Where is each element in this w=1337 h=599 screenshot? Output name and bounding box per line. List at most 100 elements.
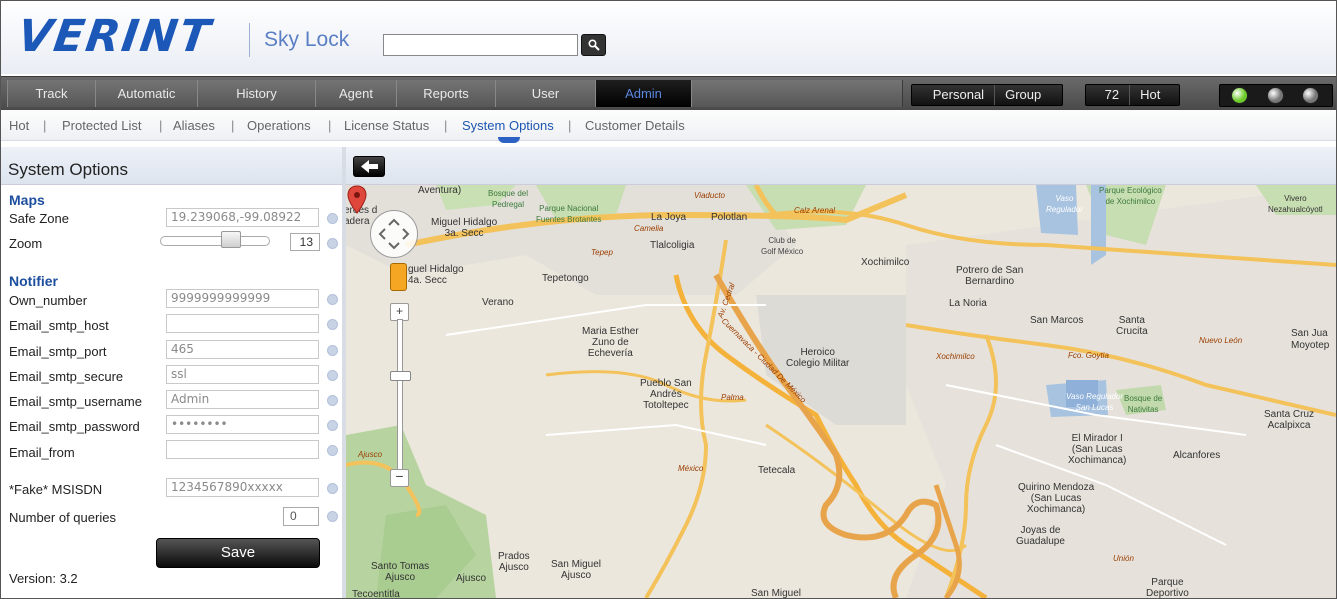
- map-pan-control[interactable]: [370, 210, 418, 258]
- tab-reports[interactable]: Reports: [396, 80, 496, 107]
- subnav-system-options[interactable]: System Options: [462, 118, 554, 133]
- map-label: Tepep: [591, 248, 613, 257]
- help-icon[interactable]: [327, 238, 338, 249]
- help-icon[interactable]: [327, 370, 338, 381]
- map-label: Verano: [482, 297, 514, 308]
- system-options-panel: System Options Maps Safe Zone 19.239068,…: [1, 147, 342, 598]
- map-label: Alcanfores: [1173, 450, 1221, 461]
- email-smtp-password-label: Email_smtp_password: [9, 419, 140, 434]
- search-input[interactable]: [383, 34, 578, 56]
- map-label: Bosque de Nativitas: [1124, 394, 1163, 414]
- search-button[interactable]: [581, 34, 606, 56]
- map-label: Tetecala: [758, 465, 796, 476]
- verint-logo: VERINT: [14, 11, 215, 62]
- help-icon[interactable]: [327, 345, 338, 356]
- map-zoom-slider[interactable]: [397, 319, 403, 473]
- tab-track[interactable]: Track: [7, 80, 96, 107]
- tab-user[interactable]: User: [495, 80, 596, 107]
- map-label: Vaso Regulador San Lucas: [1066, 392, 1124, 412]
- fake-msisdn-input[interactable]: 1234567890xxxxx: [166, 478, 319, 497]
- tab-admin[interactable]: Admin: [595, 80, 692, 107]
- email-from-label: Email_from: [9, 445, 75, 460]
- map-label: México: [678, 464, 704, 473]
- email-smtp-port-label: Email_smtp_port: [9, 344, 107, 359]
- notifier-section-title: Notifier: [9, 273, 58, 289]
- arrow-left-icon: [361, 160, 378, 173]
- email-smtp-password-input[interactable]: ••••••••: [166, 415, 319, 434]
- map-label: Fco. Goytia: [1068, 351, 1109, 360]
- help-icon[interactable]: [327, 395, 338, 406]
- personal-button[interactable]: Personal: [923, 85, 994, 105]
- help-icon[interactable]: [327, 294, 338, 305]
- zoom-slider-handle[interactable]: [221, 231, 241, 248]
- number-of-queries-input[interactable]: 0: [283, 507, 319, 526]
- map-label: Club de Golf México: [761, 236, 804, 256]
- app-window: VERINT Sky Lock Track Automatic History …: [0, 0, 1337, 599]
- subnav-customer-details[interactable]: Customer Details: [585, 118, 685, 133]
- panel-header: System Options: [1, 147, 342, 185]
- map-label: Viaducto: [694, 191, 725, 200]
- personal-group-switch: Personal Group: [911, 84, 1063, 106]
- group-button[interactable]: Group: [995, 85, 1051, 105]
- subnav-aliases[interactable]: Aliases: [173, 118, 215, 133]
- map-label: Parque Nacional Fuentes Brotantes: [536, 204, 602, 224]
- search-icon: [588, 39, 600, 51]
- tab-filler: [691, 80, 903, 107]
- subnav-protected-list[interactable]: Protected List: [62, 118, 142, 133]
- help-icon[interactable]: [327, 445, 338, 456]
- tab-automatic[interactable]: Automatic: [95, 80, 198, 107]
- maps-section-title: Maps: [9, 192, 45, 208]
- hot-counter[interactable]: 72 Hot: [1085, 84, 1180, 106]
- fake-msisdn-label: *Fake* MSISDN: [9, 482, 103, 497]
- help-icon[interactable]: [327, 319, 338, 330]
- active-subnav-indicator: [498, 137, 520, 143]
- safe-zone-input[interactable]: 19.239068,-99.08922: [166, 208, 319, 227]
- own-number-input[interactable]: 9999999999999: [166, 289, 319, 308]
- help-icon[interactable]: [327, 420, 338, 431]
- subnav-operations[interactable]: Operations: [247, 118, 311, 133]
- map-label: La Joya: [651, 212, 687, 223]
- map-label: Potrero de San Bernardino: [956, 265, 1024, 287]
- map-label: Aventura): [418, 185, 462, 196]
- zoom-value-input[interactable]: 13: [290, 233, 320, 251]
- help-icon[interactable]: [327, 483, 338, 494]
- email-smtp-username-label: Email_smtp_username: [9, 394, 142, 409]
- email-from-input[interactable]: [166, 440, 319, 459]
- subnav-license-status[interactable]: License Status: [344, 118, 429, 133]
- sub-nav: Hot | Protected List | Aliases | Operati…: [1, 110, 1336, 141]
- map-label: Palma: [721, 393, 744, 402]
- map-zoom-handle[interactable]: [390, 371, 411, 381]
- tab-agent[interactable]: Agent: [315, 80, 397, 107]
- map-label: San Miguel: [751, 588, 802, 598]
- header: VERINT Sky Lock: [1, 1, 1336, 74]
- subnav-hot[interactable]: Hot: [9, 118, 29, 133]
- email-smtp-port-input[interactable]: 465: [166, 340, 319, 359]
- status-lights: [1219, 84, 1333, 107]
- status-light-off: [1267, 87, 1284, 104]
- map-label: La Noria: [949, 298, 987, 309]
- back-button[interactable]: [353, 156, 385, 177]
- main-nav: Track Automatic History Agent Reports Us…: [1, 76, 1336, 111]
- map-view[interactable]: Aventura) Bosque del Pedregal Parque Nac…: [346, 185, 1336, 598]
- email-smtp-secure-input[interactable]: ssl: [166, 365, 319, 384]
- map-label: Bosque del Pedregal: [488, 189, 529, 209]
- email-smtp-username-input[interactable]: Admin: [166, 390, 319, 409]
- map-pin-icon[interactable]: [346, 185, 368, 215]
- status-light-green: [1231, 87, 1248, 104]
- safe-zone-label: Safe Zone: [9, 211, 69, 226]
- street-view-pegman-icon[interactable]: [390, 263, 407, 291]
- tab-history[interactable]: History: [197, 80, 316, 107]
- map-label: San Marcos: [1030, 315, 1084, 326]
- map-zoom-out-button[interactable]: −: [390, 469, 409, 487]
- map-label: guel Hidalgo 4a. Secc: [408, 264, 464, 286]
- help-icon[interactable]: [327, 511, 338, 522]
- save-button[interactable]: Save: [156, 538, 320, 568]
- map-label: Unión: [1113, 554, 1134, 563]
- hot-label: Hot: [1140, 87, 1161, 102]
- logo-divider: [249, 23, 250, 57]
- map-label: Parque Ecológico de Xochimilco: [1099, 186, 1162, 206]
- help-icon[interactable]: [327, 213, 338, 224]
- map-label: Ajusco: [358, 450, 383, 459]
- zoom-slider[interactable]: [160, 236, 270, 246]
- email-smtp-host-input[interactable]: [166, 314, 319, 333]
